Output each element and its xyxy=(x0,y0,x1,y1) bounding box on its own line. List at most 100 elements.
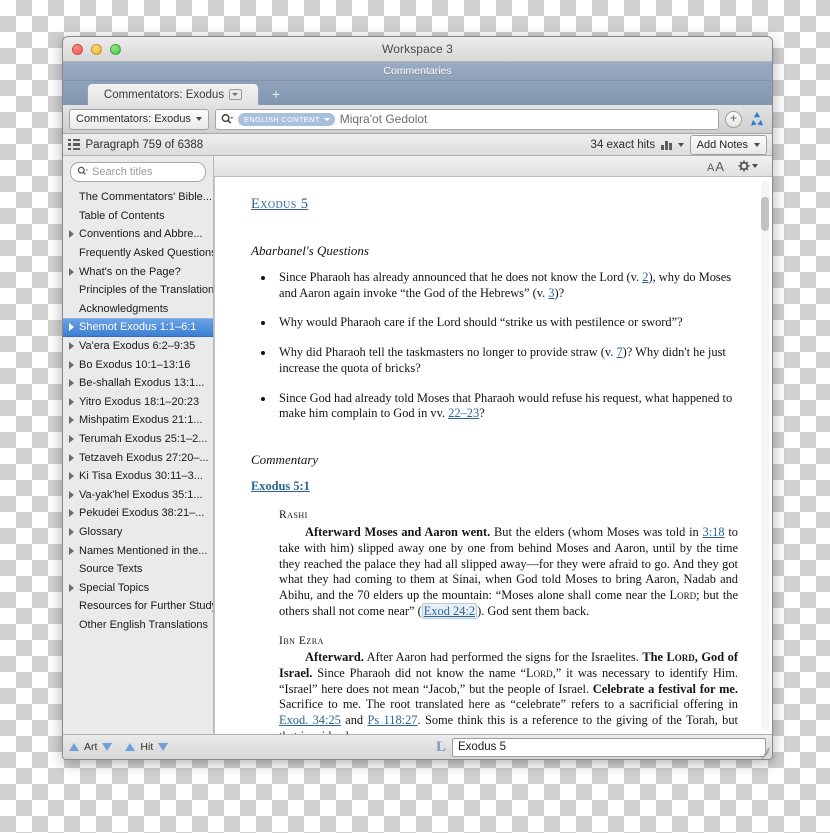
previous-article-icon[interactable] xyxy=(69,743,79,751)
disclosure-triangle-icon[interactable] xyxy=(69,342,74,350)
add-search-button[interactable]: + xyxy=(725,111,742,128)
question-text: Why would Pharaoh care if the Lord shoul… xyxy=(279,315,683,329)
commentary-text: After Aaron had performed the signs for … xyxy=(364,650,643,664)
disclosure-triangle-icon[interactable] xyxy=(69,268,74,276)
disclosure-triangle-icon[interactable] xyxy=(69,323,74,331)
sidebar-item-15[interactable]: Ki Tisa Exodus 30:11–3... xyxy=(63,467,213,486)
search-input[interactable]: ENGLISH CONTENT Miqra'ot Gedolot xyxy=(215,109,719,130)
sidebar-item-label: Acknowledgments xyxy=(79,303,168,315)
scope-label: Commentators: Exodus xyxy=(76,113,191,125)
sidebar-item-18[interactable]: Glossary xyxy=(63,523,213,542)
sidebar-item-19[interactable]: Names Mentioned in the... xyxy=(63,541,213,560)
scripture-link[interactable]: 3:18 xyxy=(703,525,725,539)
sidebar-item-11[interactable]: Yitro Exodus 18:1–20:23 xyxy=(63,393,213,412)
verse-link[interactable]: 22–23 xyxy=(448,406,479,420)
add-notes-button[interactable]: Add Notes xyxy=(690,135,767,155)
commentary-paragraph: Afterward. After Aaron had performed the… xyxy=(279,650,738,734)
sidebar-item-4[interactable]: What's on the Page? xyxy=(63,262,213,281)
verse-reference-link[interactable]: Exodus 5:1 xyxy=(251,479,310,493)
previous-hit-icon[interactable] xyxy=(125,743,135,751)
next-article-icon[interactable] xyxy=(102,743,112,751)
sidebar-item-17[interactable]: Pekudei Exodus 38:21–... xyxy=(63,504,213,523)
vertical-scrollbar[interactable] xyxy=(761,181,769,730)
resize-grip[interactable] xyxy=(758,745,770,757)
disclosure-triangle-icon[interactable] xyxy=(69,584,74,592)
reference-input[interactable]: Exodus 5 xyxy=(452,738,766,757)
list-view-icon[interactable] xyxy=(68,139,80,151)
sidebar-item-22[interactable]: Resources for Further Study xyxy=(63,597,213,616)
chevron-down-icon[interactable] xyxy=(229,89,242,100)
disclosure-triangle-icon[interactable] xyxy=(69,491,74,499)
document-scroll-area[interactable]: Exodus 5 Abarbanel's Questions Since Pha… xyxy=(214,177,772,734)
sidebar-item-7[interactable]: Shemot Exodus 1:1–6:1 xyxy=(63,318,213,337)
gear-icon xyxy=(738,160,750,172)
sidebar-item-1[interactable]: Table of Contents xyxy=(63,207,213,226)
search-icon[interactable] xyxy=(221,113,233,125)
tab-commentators-exodus[interactable]: Commentators: Exodus xyxy=(87,83,259,105)
new-tab-button[interactable]: + xyxy=(259,84,293,105)
hit-navigation: Hit xyxy=(125,741,168,753)
font-size-large[interactable]: A xyxy=(715,159,725,174)
table-of-contents-list[interactable]: The Commentators' Bible...Table of Conte… xyxy=(63,187,213,734)
chevron-down-icon[interactable] xyxy=(678,143,684,147)
disclosure-triangle-icon[interactable] xyxy=(69,435,74,443)
sidebar-item-21[interactable]: Special Topics xyxy=(63,578,213,597)
disclosure-triangle-icon[interactable] xyxy=(69,454,74,462)
sidebar-item-9[interactable]: Bo Exodus 10:1–13:16 xyxy=(63,355,213,374)
sidebar-item-6[interactable]: Acknowledgments xyxy=(63,300,213,319)
sidebar-item-label: Terumah Exodus 25:1–2... xyxy=(79,433,207,445)
app-window: Workspace 3 Commentaries Commentators: E… xyxy=(62,36,773,760)
sidebar-item-2[interactable]: Conventions and Abbre... xyxy=(63,225,213,244)
disclosure-triangle-icon[interactable] xyxy=(69,416,74,424)
sidebar-item-label: Conventions and Abbre... xyxy=(79,228,203,240)
chevron-down-icon xyxy=(324,118,330,121)
disclosure-triangle-icon[interactable] xyxy=(69,528,74,536)
sync-icon[interactable] xyxy=(748,111,766,127)
scope-dropdown[interactable]: Commentators: Exodus xyxy=(69,109,209,130)
disclosure-triangle-icon[interactable] xyxy=(69,509,74,517)
sidebar-item-12[interactable]: Mishpatim Exodus 21:1... xyxy=(63,411,213,430)
locator-icon[interactable]: L xyxy=(436,740,446,755)
bar-chart-icon[interactable] xyxy=(661,139,672,150)
sidebar-item-13[interactable]: Terumah Exodus 25:1–2... xyxy=(63,430,213,449)
search-titles-input[interactable]: Search titles xyxy=(70,162,206,182)
commentary-lemma: Afterward. xyxy=(305,650,364,664)
hit-count: 34 exact hits xyxy=(591,139,656,151)
disclosure-triangle-icon[interactable] xyxy=(69,547,74,555)
sidebar-item-23[interactable]: Other English Translations xyxy=(63,616,213,635)
art-label: Art xyxy=(84,741,97,753)
sidebar-item-label: Glossary xyxy=(79,526,122,538)
sidebar-item-label: Special Topics xyxy=(79,582,149,594)
scripture-link[interactable]: Ps 118:27 xyxy=(367,713,417,727)
sidebar-item-label: Mishpatim Exodus 21:1... xyxy=(79,414,203,426)
disclosure-triangle-icon[interactable] xyxy=(69,472,74,480)
sidebar-item-label: Be-shallah Exodus 13:1... xyxy=(79,377,204,389)
scrollbar-thumb[interactable] xyxy=(761,197,769,231)
sidebar-item-8[interactable]: Va'era Exodus 6:2–9:35 xyxy=(63,337,213,356)
sidebar-item-0[interactable]: The Commentators' Bible... xyxy=(63,188,213,207)
title-bar: Workspace 3 xyxy=(63,37,772,62)
scripture-link[interactable]: Exod. 34:25 xyxy=(279,713,341,727)
disclosure-triangle-icon[interactable] xyxy=(69,230,74,238)
sidebar-item-20[interactable]: Source Texts xyxy=(63,560,213,579)
disclosure-triangle-icon[interactable] xyxy=(69,361,74,369)
chevron-down-icon xyxy=(754,143,760,147)
sidebar-item-10[interactable]: Be-shallah Exodus 13:1... xyxy=(63,374,213,393)
sidebar-item-3[interactable]: Frequently Asked Questions xyxy=(63,244,213,263)
next-hit-icon[interactable] xyxy=(158,743,168,751)
disclosure-triangle-icon[interactable] xyxy=(69,379,74,387)
question-item: Why did Pharaoh tell the taskmasters no … xyxy=(275,345,738,377)
sidebar-item-label: Names Mentioned in the... xyxy=(79,545,207,557)
disclosure-triangle-icon[interactable] xyxy=(69,398,74,406)
scripture-link[interactable]: Exod 24:2 xyxy=(422,603,477,619)
settings-control[interactable] xyxy=(738,160,758,172)
sidebar-item-16[interactable]: Va-yak'hel Exodus 35:1... xyxy=(63,486,213,505)
sidebar-item-5[interactable]: Principles of the Translation xyxy=(63,281,213,300)
chapter-title-link[interactable]: Exodus 5 xyxy=(251,196,308,212)
font-size-control[interactable]: AA xyxy=(707,159,725,174)
sidebar-item-14[interactable]: Tetzaveh Exodus 27:20–... xyxy=(63,448,213,467)
search-scope-token[interactable]: ENGLISH CONTENT xyxy=(238,113,335,126)
sidebar-item-label: What's on the Page? xyxy=(79,266,181,278)
main-body: Search titles The Commentators' Bible...… xyxy=(63,156,772,734)
tab-strip: Commentators: Exodus + xyxy=(63,81,772,105)
